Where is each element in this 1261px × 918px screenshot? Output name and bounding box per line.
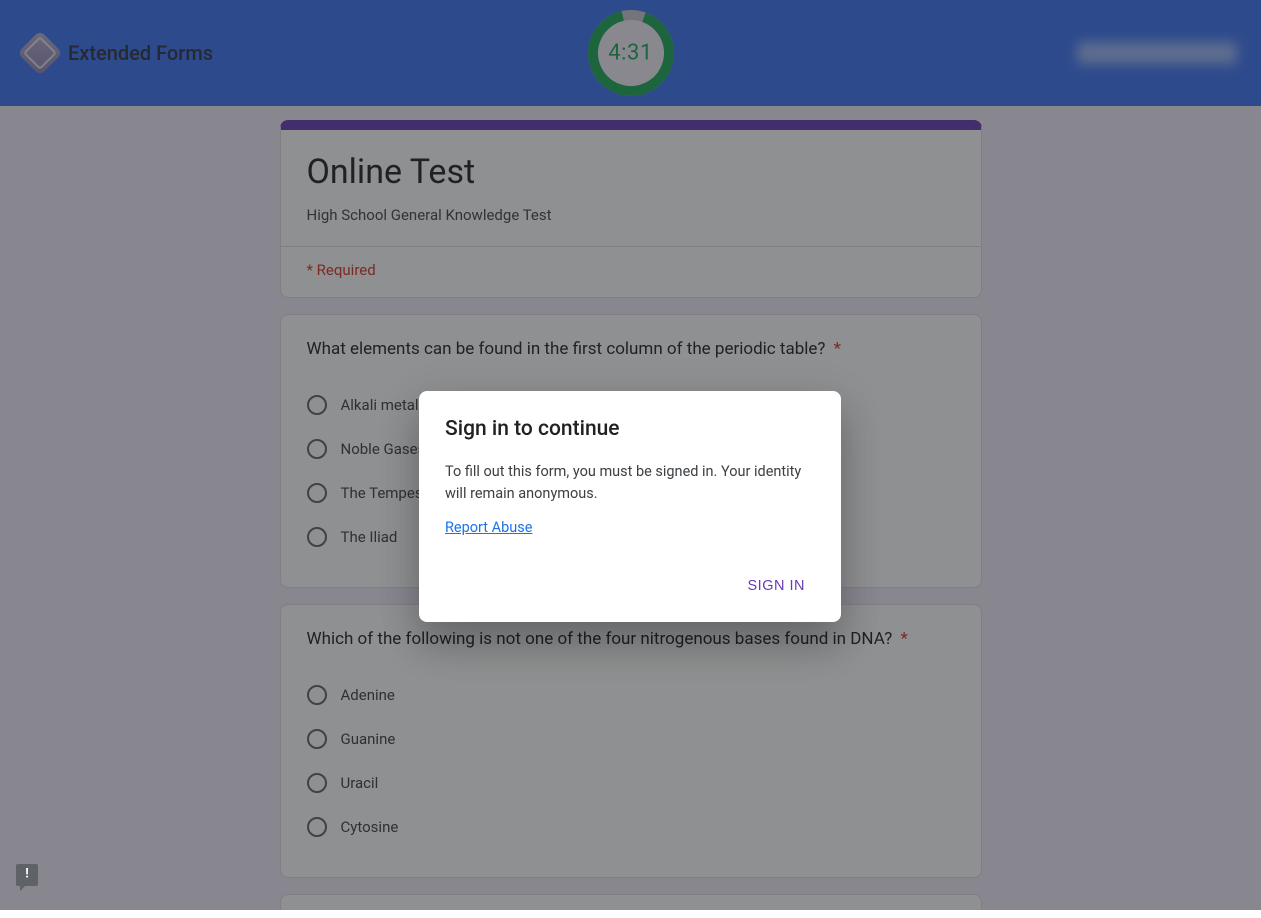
signin-button[interactable]: SIGN IN	[738, 570, 815, 602]
bottom-strip	[0, 910, 1261, 918]
modal-title: Sign in to continue	[445, 417, 815, 441]
feedback-icon[interactable]	[16, 864, 38, 886]
modal-message: To fill out this form, you must be signe…	[445, 461, 815, 505]
report-abuse-link[interactable]: Report Abuse	[445, 519, 532, 536]
signin-modal: Sign in to continue To fill out this for…	[419, 391, 841, 622]
